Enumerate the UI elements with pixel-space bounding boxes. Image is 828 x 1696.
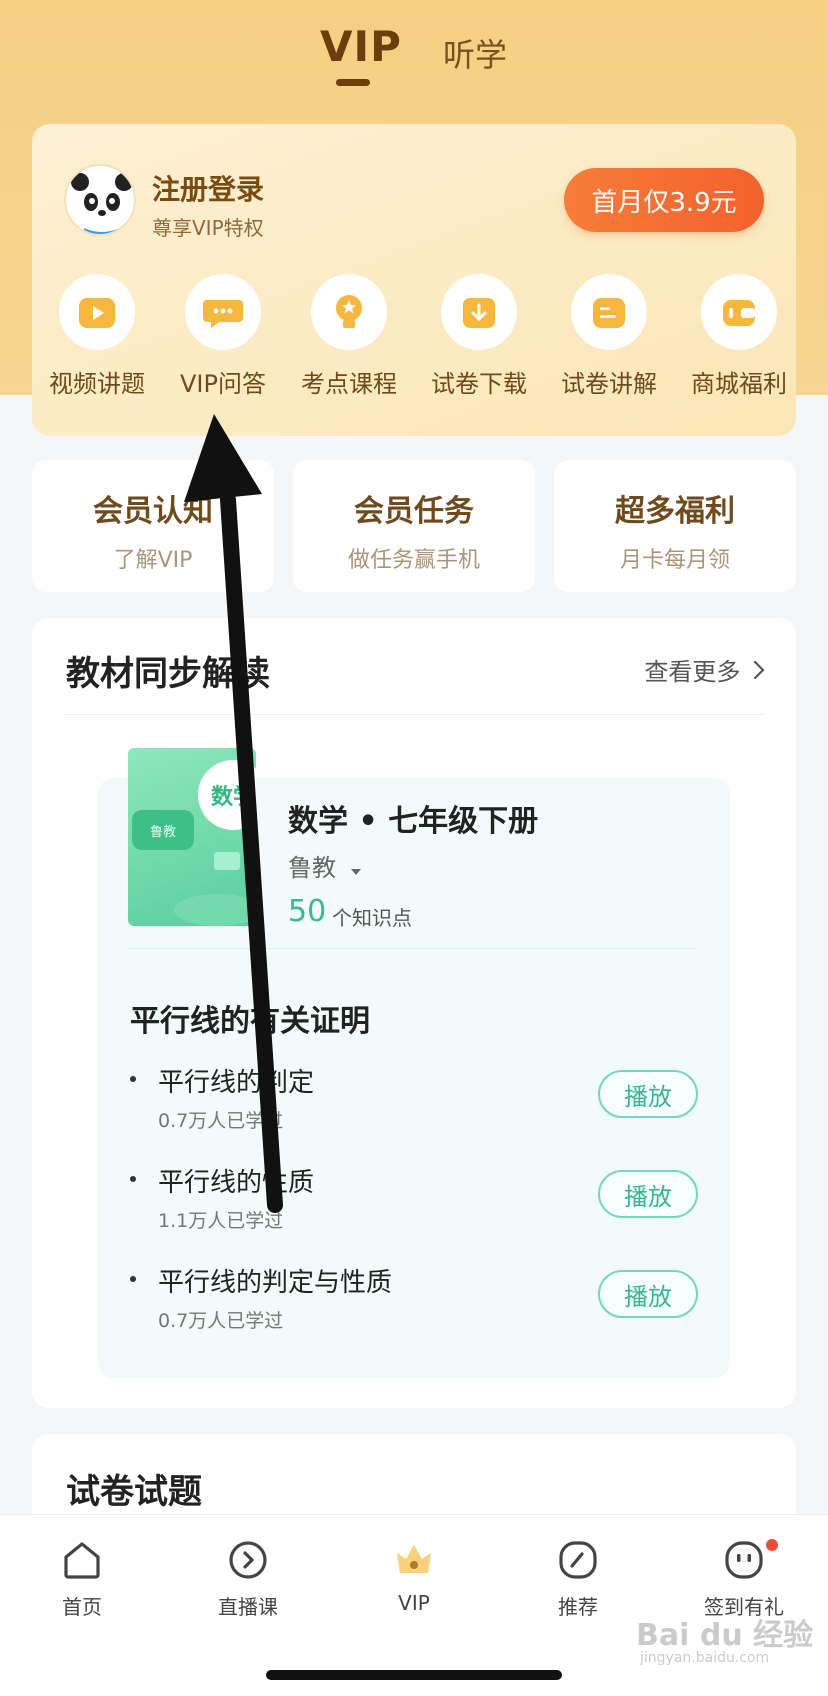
login-title[interactable]: 注册登录 xyxy=(152,168,264,208)
benefits-card[interactable]: 超多福利 月卡每月领 xyxy=(554,460,796,592)
card-subtitle: 月卡每月领 xyxy=(619,548,730,573)
publisher-selector[interactable]: 鲁教 xyxy=(288,848,362,883)
feature-mall[interactable]: 商城福利 xyxy=(674,274,804,404)
play-button[interactable]: 播放 xyxy=(598,1170,698,1218)
feature-vip-qa[interactable]: VIP问答 xyxy=(158,274,288,404)
wallet-icon xyxy=(701,274,777,350)
feature-video[interactable]: 视频讲题 xyxy=(32,274,162,404)
knowledge-count: 50 xyxy=(288,894,327,929)
bullet xyxy=(130,1276,136,1282)
tab-listen[interactable]: 听学 xyxy=(443,30,507,76)
nav-recommend[interactable]: 推荐 xyxy=(498,1537,658,1620)
feature-label: 视频讲题 xyxy=(49,370,145,398)
chat-icon xyxy=(185,274,261,350)
feature-label: 商城福利 xyxy=(691,370,787,398)
book-title[interactable]: 数学 • 七年级下册 xyxy=(288,796,538,840)
play-button[interactable]: 播放 xyxy=(598,1070,698,1118)
member-awareness-card[interactable]: 会员认知 了解VIP xyxy=(32,460,274,592)
watermark: Bai du 经验 xyxy=(636,1618,814,1653)
nav-label: 首页 xyxy=(62,1595,102,1619)
feature-label: 试卷下载 xyxy=(431,370,527,398)
lesson-learners: 0.7万人已学过 xyxy=(158,1310,284,1332)
see-more-label: 查看更多 xyxy=(644,658,741,686)
compass-icon xyxy=(555,1537,601,1583)
watermark-url: jingyan.baidu.com xyxy=(640,1650,770,1666)
lesson-learners: 0.7万人已学过 xyxy=(158,1110,284,1132)
chapter-title: 平行线的有关证明 xyxy=(130,1004,370,1039)
card-title: 超多福利 xyxy=(615,494,735,529)
lesson-title: 平行线的性质 xyxy=(158,1168,315,1198)
crown-icon xyxy=(391,1537,437,1583)
section-title: 教材同步解读 xyxy=(66,654,270,694)
lesson-learners: 1.1万人已学过 xyxy=(158,1210,284,1232)
divider xyxy=(128,948,696,949)
subscribe-button[interactable]: 首月仅3.9元 xyxy=(564,168,764,232)
lesson-title: 平行线的判定与性质 xyxy=(158,1268,393,1298)
bulb-icon xyxy=(311,274,387,350)
divider xyxy=(64,714,764,715)
cover-illustration-icon xyxy=(145,852,256,926)
bullet xyxy=(130,1176,136,1182)
feature-paper-download[interactable]: 试卷下载 xyxy=(414,274,544,404)
feature-label: VIP问答 xyxy=(180,370,266,398)
play-button[interactable]: 播放 xyxy=(598,1270,698,1318)
feature-label: 试卷讲解 xyxy=(561,370,657,398)
lesson-title: 平行线的判定 xyxy=(158,1068,315,1098)
tab-vip[interactable]: VIP xyxy=(320,22,402,71)
avatar[interactable] xyxy=(64,164,136,236)
chevron-right-icon xyxy=(752,659,766,687)
section-title: 试卷试题 xyxy=(66,1472,202,1512)
card-title: 会员认知 xyxy=(93,494,213,529)
lesson-item: 平行线的判定与性质 0.7万人已学过 播放 xyxy=(130,1262,698,1352)
member-task-card[interactable]: 会员任务 做任务赢手机 xyxy=(293,460,535,592)
feature-paper-explain[interactable]: 试卷讲解 xyxy=(544,274,674,404)
nav-label: 直播课 xyxy=(218,1595,278,1619)
card-subtitle: 了解VIP xyxy=(113,548,193,573)
lesson-item: 平行线的判定 0.7万人已学过 播放 xyxy=(130,1062,698,1152)
bullet xyxy=(130,1076,136,1082)
card-subtitle: 做任务赢手机 xyxy=(347,548,480,573)
video-icon xyxy=(59,274,135,350)
book-cover[interactable]: 数学 鲁教 xyxy=(128,748,256,926)
top-tabs: VIP 听学 xyxy=(0,22,828,92)
login-subtitle: 尊享VIP特权 xyxy=(152,216,264,240)
feature-grid: 视频讲题 VIP问答 考点课程 试卷下载 试卷讲解 商城福利 xyxy=(32,274,796,404)
nav-live[interactable]: 直播课 xyxy=(168,1537,328,1620)
nav-checkin[interactable]: 签到有礼 xyxy=(664,1537,824,1620)
feature-course[interactable]: 考点课程 xyxy=(284,274,414,404)
nav-label: 推荐 xyxy=(558,1595,598,1619)
bottom-nav: 首页 直播课 VIP 推荐 签到有礼 xyxy=(0,1514,828,1696)
vip-card: 注册登录 尊享VIP特权 首月仅3.9元 视频讲题 VIP问答 考点课程 试卷下… xyxy=(32,124,796,436)
checkin-icon xyxy=(721,1537,767,1583)
notification-dot xyxy=(766,1539,778,1551)
home-icon xyxy=(59,1537,105,1583)
home-indicator xyxy=(266,1670,562,1680)
nav-label: VIP xyxy=(398,1591,430,1615)
card-title: 会员任务 xyxy=(354,494,474,529)
tab-active-indicator xyxy=(336,79,370,86)
download-icon xyxy=(441,274,517,350)
nav-home[interactable]: 首页 xyxy=(2,1537,162,1620)
member-quick-cards: 会员认知 了解VIP 会员任务 做任务赢手机 超多福利 月卡每月领 xyxy=(32,460,796,592)
paper-icon xyxy=(571,274,647,350)
lesson-item: 平行线的性质 1.1万人已学过 播放 xyxy=(130,1162,698,1252)
caret-down-icon xyxy=(350,855,362,883)
publisher-label: 鲁教 xyxy=(288,854,336,882)
panda-avatar-icon xyxy=(71,173,133,234)
nav-vip[interactable]: VIP xyxy=(334,1537,494,1615)
live-icon xyxy=(225,1537,271,1583)
knowledge-count-label: 个知识点 xyxy=(332,906,412,930)
feature-label: 考点课程 xyxy=(301,370,397,398)
see-more-link[interactable]: 查看更多 xyxy=(644,652,766,687)
